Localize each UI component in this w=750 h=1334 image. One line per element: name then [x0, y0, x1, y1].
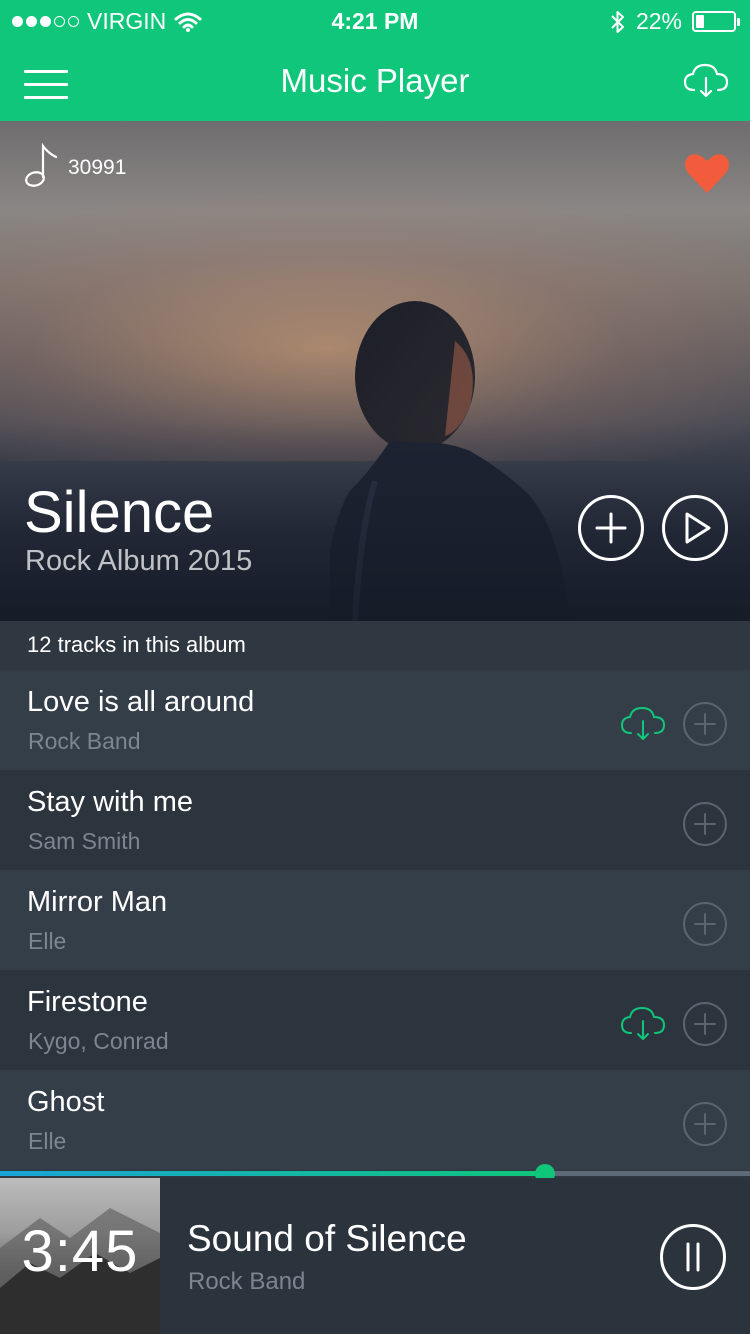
album-hero: 30991 Silence Rock Album 2015 — [0, 121, 750, 621]
plus-icon — [694, 1013, 716, 1035]
playback-progress-bar[interactable] — [0, 1164, 750, 1184]
track-title: Ghost — [27, 1086, 105, 1118]
add-track-button[interactable] — [683, 702, 727, 746]
track-row[interactable]: Mirror Man Elle — [0, 870, 750, 970]
battery-fill — [696, 15, 704, 28]
track-list: Love is all around Rock Band Stay with me S… — [0, 670, 750, 1170]
track-artist: Sam Smith — [28, 828, 141, 854]
track-row[interactable]: Stay with me Sam Smith — [0, 770, 750, 870]
album-title: Silence — [24, 480, 215, 545]
add-album-button[interactable] — [578, 495, 644, 561]
cloud-download-icon[interactable] — [682, 60, 730, 100]
track-row[interactable]: Firestone Kygo, Conrad — [0, 970, 750, 1070]
track-title: Mirror Man — [27, 886, 168, 918]
add-track-button[interactable] — [683, 1102, 727, 1146]
album-subtitle: Rock Album 2015 — [25, 545, 253, 577]
now-playing-title: Sound of Silence — [187, 1218, 467, 1259]
track-artist: Rock Band — [28, 728, 141, 754]
pause-icon — [686, 1242, 700, 1272]
music-player-app: VIRGIN 4:21 PM 22% Music Player 30991 Si… — [0, 0, 750, 1334]
track-count-header: 12 tracks in this album — [0, 621, 750, 670]
track-title: Love is all around — [27, 686, 255, 718]
track-row[interactable]: Ghost Elle — [0, 1070, 750, 1170]
plus-icon — [694, 913, 716, 935]
track-artist: Elle — [28, 1128, 67, 1154]
cloud-download-icon[interactable] — [619, 1004, 667, 1042]
add-track-button[interactable] — [683, 802, 727, 846]
track-title: Stay with me — [27, 786, 193, 818]
cloud-download-icon[interactable] — [619, 704, 667, 742]
bluetooth-icon — [611, 10, 624, 33]
play-icon — [685, 512, 711, 544]
plus-icon — [595, 512, 627, 544]
nav-bar: Music Player — [0, 42, 750, 121]
elapsed-time: 3:45 — [21, 1219, 139, 1284]
status-bar: VIRGIN 4:21 PM 22% — [0, 0, 750, 42]
play-count: 30991 — [68, 156, 127, 179]
battery-icon — [692, 11, 740, 32]
plus-icon — [694, 813, 716, 835]
music-note-icon — [25, 143, 58, 187]
track-artist: Elle — [28, 928, 67, 954]
track-title: Firestone — [27, 986, 148, 1018]
heart-icon[interactable] — [683, 151, 731, 195]
track-count-label: 12 tracks in this album — [27, 632, 246, 657]
add-track-button[interactable] — [683, 1002, 727, 1046]
now-playing-artist: Rock Band — [188, 1268, 306, 1295]
now-playing-artwork: 3:45 — [0, 1178, 160, 1334]
status-right: 22% — [610, 8, 740, 35]
play-album-button[interactable] — [662, 495, 728, 561]
track-artist: Kygo, Conrad — [28, 1028, 169, 1054]
pause-button[interactable] — [660, 1224, 726, 1290]
track-row[interactable]: Love is all around Rock Band — [0, 670, 750, 770]
plus-icon — [694, 1113, 716, 1135]
page-title: Music Player — [280, 62, 470, 99]
plus-icon — [694, 713, 716, 735]
battery-percent: 22% — [635, 8, 682, 34]
progress-fill — [0, 1171, 546, 1176]
add-track-button[interactable] — [683, 902, 727, 946]
now-playing-bar: 3:45 Sound of Silence Rock Band — [0, 1178, 750, 1334]
top-bar: VIRGIN 4:21 PM 22% Music Player — [0, 0, 750, 121]
